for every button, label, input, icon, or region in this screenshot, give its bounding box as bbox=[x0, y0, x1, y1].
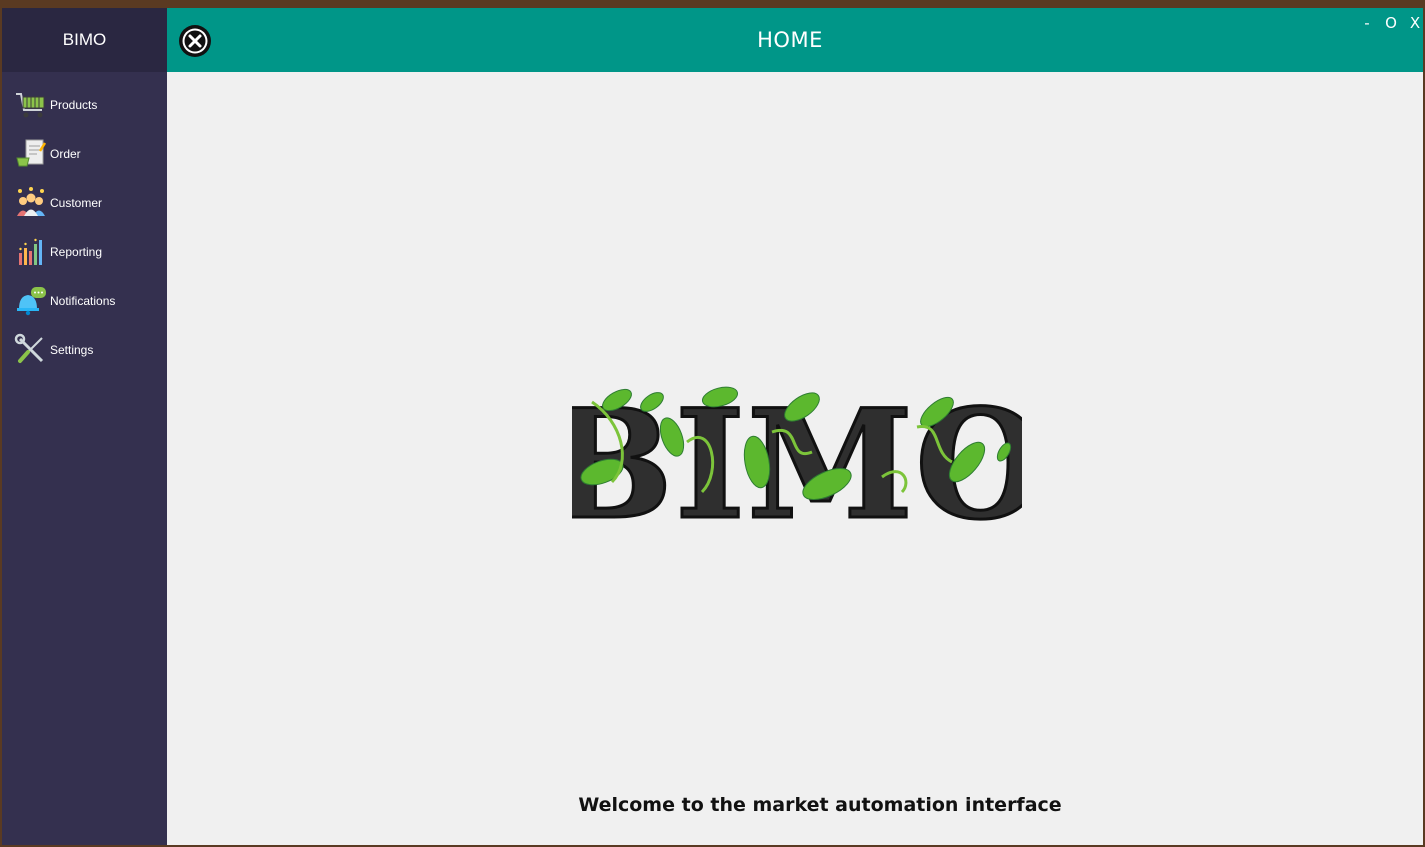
sidebar-menu: Products Order Customer Reporting Notifi… bbox=[2, 72, 167, 374]
app-window: BIMO Products Order Customer Reporting N… bbox=[2, 8, 1423, 845]
header-bar: HOME - O X bbox=[167, 8, 1423, 72]
sidebar-item-products[interactable]: Products bbox=[2, 80, 167, 129]
shopping-cart-icon bbox=[14, 88, 48, 122]
sidebar-item-label: Customer bbox=[50, 195, 103, 210]
sidebar-brand: BIMO bbox=[2, 8, 167, 72]
sidebar-item-notifications[interactable]: Notifications bbox=[2, 276, 167, 325]
sidebar-item-order[interactable]: Order bbox=[2, 129, 167, 178]
sidebar-item-settings[interactable]: Settings bbox=[2, 325, 167, 374]
order-receipt-icon bbox=[14, 137, 48, 171]
sidebar-item-label: Notifications bbox=[50, 293, 116, 308]
bar-chart-icon bbox=[14, 235, 48, 269]
minimize-button[interactable]: - bbox=[1361, 14, 1373, 32]
window-controls: - O X bbox=[1361, 14, 1421, 32]
sidebar-item-label: Reporting bbox=[50, 244, 103, 259]
tools-wrench-screwdriver-icon bbox=[14, 333, 48, 367]
close-window-button[interactable]: X bbox=[1409, 14, 1421, 32]
customers-group-icon bbox=[14, 186, 48, 220]
sidebar-item-customer[interactable]: Customer bbox=[2, 178, 167, 227]
bell-chat-icon bbox=[14, 284, 48, 318]
bimo-logo: BIMO bbox=[545, 376, 1048, 555]
sidebar-item-label: Order bbox=[50, 146, 81, 161]
sidebar-item-label: Products bbox=[50, 97, 98, 112]
window-frame-top bbox=[0, 0, 1425, 8]
sidebar-item-label: Settings bbox=[50, 342, 94, 357]
sidebar: BIMO Products Order Customer Reporting N… bbox=[2, 8, 167, 845]
page-title: HOME bbox=[757, 28, 823, 52]
maximize-button[interactable]: O bbox=[1385, 14, 1397, 32]
welcome-message: Welcome to the market automation interfa… bbox=[578, 794, 1062, 816]
sidebar-item-reporting[interactable]: Reporting bbox=[2, 227, 167, 276]
main-content: BIMO Welcome to the market automation in… bbox=[167, 72, 1423, 845]
